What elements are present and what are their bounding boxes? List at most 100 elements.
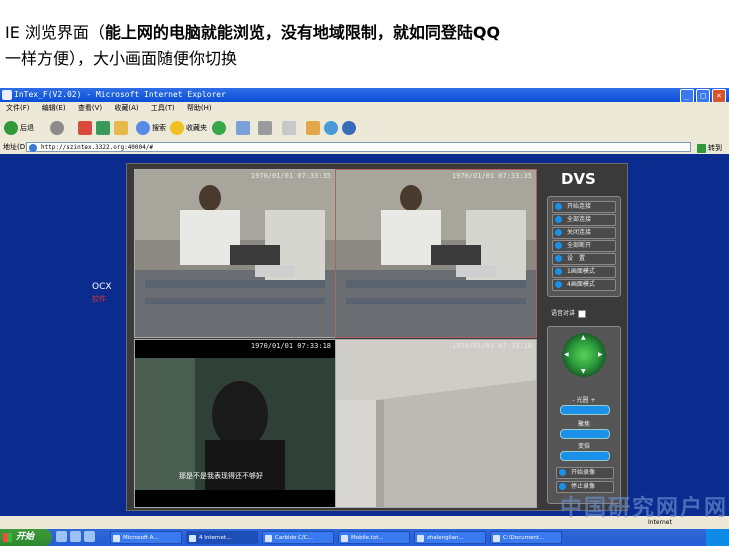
task-app-icon [189,535,196,542]
discuss-icon [306,121,320,135]
camera-view-3[interactable]: 1970/01/01 07:33:18 那是不是我表现得还不够好 [134,339,336,508]
print-button[interactable] [258,119,274,137]
camera-view-2[interactable]: 1970/01/01 07:33:35 [335,169,537,338]
minimize-button[interactable]: _ [680,89,694,103]
button-dot-icon [559,469,566,476]
camera-3-timestamp: 1970/01/01 07:33:18 [250,342,331,350]
favorites-button[interactable]: 收藏夹 [170,119,207,137]
toolbar: 后退 搜索 收藏夹 [0,115,729,142]
focus-control[interactable] [560,429,610,439]
refresh-button[interactable] [96,119,112,137]
ocx-label: OCX [92,282,112,292]
quad-view-button[interactable]: 4画面模式 [552,279,616,291]
taskbar-item[interactable]: 4 Internet... [186,531,258,544]
window-title: InTex_F(V2.02) - Microsoft Internet Expl… [14,90,226,99]
mail-icon [236,121,250,135]
settings-button[interactable]: 设 置 [552,253,616,265]
star-icon [170,121,184,135]
button-dot-icon [559,483,566,490]
ie-logo-icon [2,90,12,100]
search-label: 搜索 [152,124,166,132]
taskbar-item[interactable]: Mobile.txt... [338,531,410,544]
headline-line1-plain: IE 浏览界面（ [5,23,105,42]
button-dot-icon [555,281,562,288]
task-app-icon [341,535,348,542]
ptz-up-icon[interactable]: ▲ [581,334,586,341]
ptz-right-icon[interactable]: ▶ [598,351,603,358]
edit-button[interactable] [282,119,298,137]
address-url: http://szintex.3322.org:40004/# [41,144,153,151]
ptz-down-icon[interactable]: ▼ [581,368,586,375]
address-bar: 地址(D) http://szintex.3322.org:40004/# 转到 [0,141,729,154]
edit-icon [282,121,296,135]
quick-launch [56,531,95,542]
close-connect-button[interactable]: 关闭连接 [552,227,616,239]
button-dot-icon [555,216,562,223]
camera-image-3 [135,340,335,507]
quicklaunch-media-icon[interactable] [84,531,95,542]
camera-view-1[interactable]: 1970/01/01 07:33:35 [134,169,336,338]
disconnect-all-button[interactable]: 全部断开 [552,240,616,252]
menu-favorites[interactable]: 收藏(A) [114,104,138,112]
dvs-logo: DVS [561,170,596,188]
quicklaunch-ie-icon[interactable] [56,531,67,542]
dvs-panel: 1970/01/01 07:33:35 1970/01/01 07:33:35 [126,163,628,511]
title-bar[interactable]: InTex_F(V2.02) - Microsoft Internet Expl… [0,88,729,103]
back-label: 后退 [20,124,34,132]
menu-file[interactable]: 文件(F) [6,104,30,112]
close-button[interactable]: × [712,89,726,103]
taskbar-item[interactable]: zhalenglian... [414,531,486,544]
start-label: 开始 [16,532,35,542]
ptz-panel: ▲ ▼ ◀ ▶ - 光圈 + 聚焦 变倍 开始录像 停止录像 [547,326,621,504]
focus-label: 聚焦 [577,421,590,428]
ocx-sub-label: 控件 [92,295,106,303]
home-button[interactable] [114,119,130,137]
ptz-joystick[interactable]: ▲ ▼ ◀ ▶ [562,333,606,377]
back-arrow-icon [4,121,18,135]
taskbar-item[interactable]: Microsoft A... [110,531,182,544]
start-record-button[interactable]: 开始录像 [556,467,614,479]
menu-view[interactable]: 查看(V) [78,104,102,112]
zoom-label: 变倍 [577,443,590,450]
voice-talk-label: 语音对讲 [551,310,576,317]
camera-image-1 [135,170,335,337]
discuss-button[interactable] [306,119,322,137]
maximize-button[interactable]: □ [696,89,710,103]
back-button[interactable]: 后退 [4,119,34,137]
stop-icon [78,121,92,135]
zoom-control[interactable] [560,451,610,461]
connection-panel: 开始连接 全部连接 关闭连接 全部断开 设 置 1画面模式 4画面模式 [547,196,621,297]
camera-2-timestamp: 1970/01/01 07:33:35 [451,172,532,180]
menu-bar: 文件(F) 编辑(E) 查看(V) 收藏(A) 工具(T) 帮助(H) [0,102,729,115]
search-button[interactable]: 搜索 [136,119,166,137]
start-button[interactable]: 开始 [0,529,52,546]
taskbar-item[interactable]: C:\Document... [490,531,562,544]
taskbar-item[interactable]: Carbide C/C... [262,531,334,544]
headline-line2: 一样方便），大小画面随便你切换 [5,49,238,68]
research-button[interactable] [342,119,358,137]
start-connect-button[interactable]: 开始连接 [552,201,616,213]
address-label: 地址(D) [3,143,28,151]
mail-button[interactable] [236,119,252,137]
menu-tools[interactable]: 工具(T) [151,104,175,112]
button-dot-icon [555,203,562,210]
voice-talk[interactable]: 语音对讲 [551,308,587,318]
media-button[interactable] [212,119,228,137]
menu-help[interactable]: 帮助(H) [187,104,212,112]
address-input[interactable]: http://szintex.3322.org:40004/# [26,142,691,152]
iris-control[interactable] [560,405,610,415]
forward-button[interactable] [50,119,66,137]
camera-view-4[interactable]: 1970/01/01 07:33:18 [335,339,537,508]
voice-talk-checkbox[interactable] [578,309,587,318]
camera-1-timestamp: 1970/01/01 07:33:35 [250,172,331,180]
menu-edit[interactable]: 编辑(E) [42,104,66,112]
connect-all-button[interactable]: 全部连接 [552,214,616,226]
messenger-button[interactable] [324,119,340,137]
messenger-icon [324,121,338,135]
ptz-left-icon[interactable]: ◀ [564,351,569,358]
stop-button[interactable] [78,119,94,137]
taskbar: 开始 Microsoft A... 4 Internet... Carbide … [0,529,729,546]
button-dot-icon [555,255,562,262]
single-view-button[interactable]: 1画面模式 [552,266,616,278]
quicklaunch-desktop-icon[interactable] [70,531,81,542]
